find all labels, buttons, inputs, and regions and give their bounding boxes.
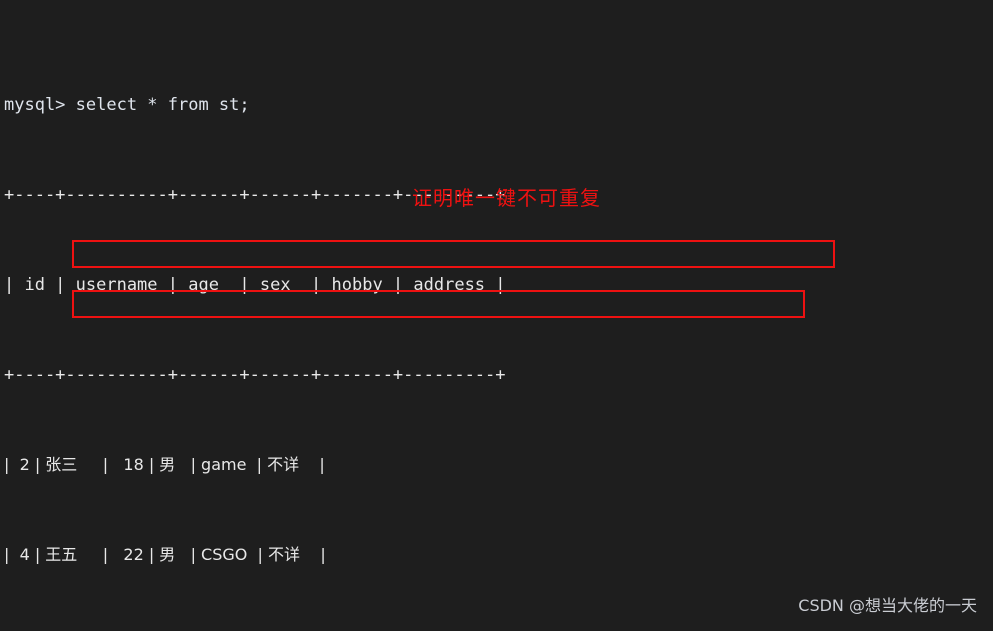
table-header-1: | id | username | age | sex | hobby | ad… [4, 275, 506, 295]
watermark: CSDN @想当大佬的一天 [798, 596, 977, 615]
command-line-select-1: mysql> select * from st; [4, 95, 250, 115]
table-row: | 4 | 王五 | 22 | 男 | CSGO | 不详 | [4, 545, 326, 564]
terminal-window[interactable]: mysql> select * from st; +----+---------… [0, 0, 993, 631]
terminal-output: mysql> select * from st; +----+---------… [4, 0, 506, 631]
annotation-text: 证明唯一键不可重复 [412, 186, 601, 210]
table-row: | 2 | 张三 | 18 | 男 | game | 不详 | [4, 455, 325, 474]
table-border-mid-1: +----+----------+------+------+-------+-… [4, 365, 506, 385]
